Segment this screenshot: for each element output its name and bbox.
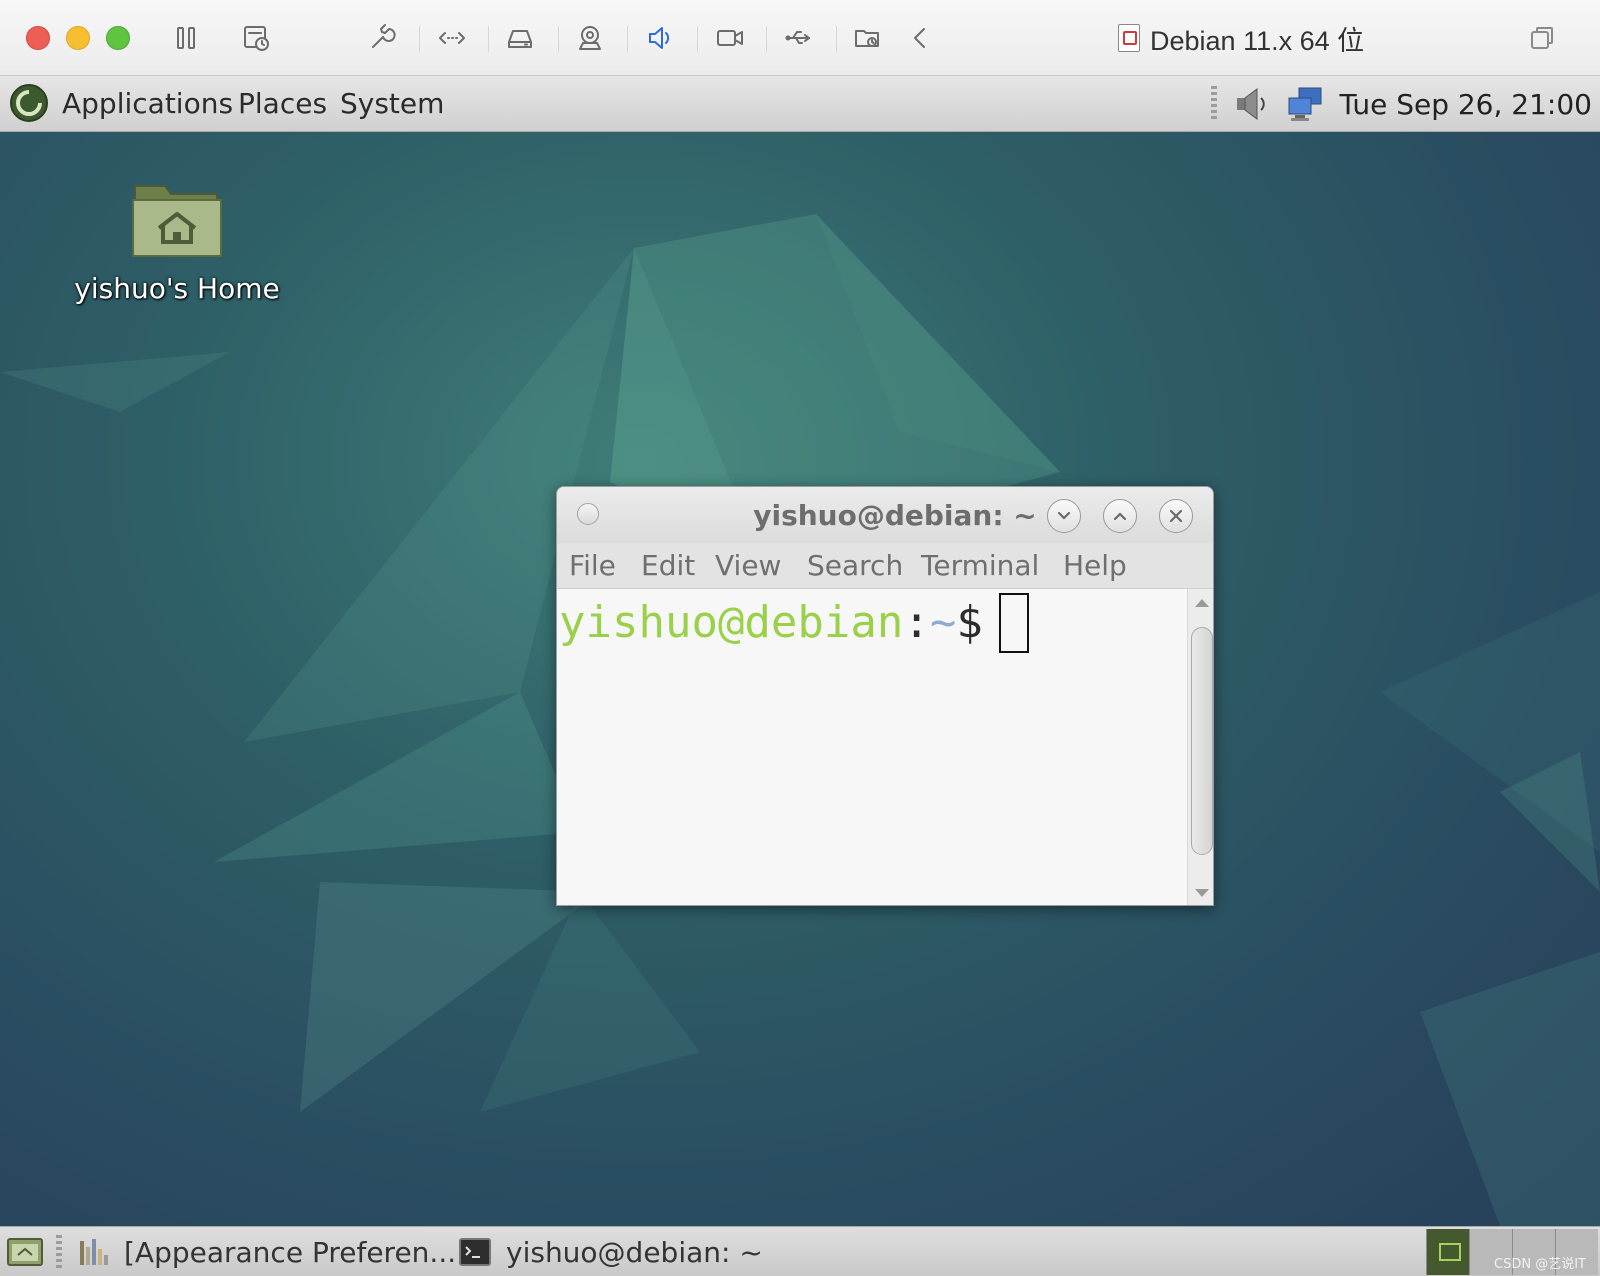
prompt-dollar: $ bbox=[956, 597, 983, 648]
watermark: CSDN @艺说IT bbox=[1494, 1257, 1586, 1272]
task-label: yishuo@debian: ~ bbox=[506, 1235, 763, 1269]
restore-window-icon[interactable] bbox=[1528, 24, 1556, 52]
menu-places[interactable]: Places bbox=[238, 84, 327, 124]
menu-edit[interactable]: Edit bbox=[641, 549, 695, 582]
terminal-icon bbox=[459, 1238, 491, 1266]
desktop-icon-label: yishuo's Home bbox=[74, 272, 280, 305]
menu-search[interactable]: Search bbox=[807, 549, 903, 582]
show-desktop-icon[interactable] bbox=[6, 1235, 44, 1269]
collapse-icon[interactable] bbox=[900, 19, 940, 57]
scroll-thumb[interactable] bbox=[1191, 627, 1213, 855]
menu-view[interactable]: View bbox=[715, 549, 781, 582]
hard-disk-icon[interactable] bbox=[500, 19, 540, 57]
task-terminal[interactable]: yishuo@debian: ~ bbox=[458, 1231, 763, 1273]
prompt-colon: : bbox=[903, 597, 930, 648]
menu-help[interactable]: Help bbox=[1063, 549, 1127, 582]
menu-file[interactable]: File bbox=[569, 549, 616, 582]
terminal-window[interactable]: yishuo@debian: ~ File Edit View Search T… bbox=[556, 486, 1214, 906]
terminal-titlebar[interactable]: yishuo@debian: ~ bbox=[557, 487, 1213, 543]
speaker-icon[interactable] bbox=[640, 19, 680, 57]
text-cursor bbox=[999, 593, 1029, 653]
vm-title: Debian 11.x 64 位 bbox=[1118, 20, 1364, 56]
prompt-user: yishuo@debian bbox=[559, 597, 904, 648]
home-folder-icon bbox=[132, 185, 222, 257]
settings-icon[interactable] bbox=[362, 19, 402, 57]
document-icon bbox=[1118, 24, 1140, 52]
snapshot-icon[interactable] bbox=[236, 19, 276, 57]
bottom-panel: [Appearance Preferen... yishuo@debian: ~… bbox=[0, 1226, 1600, 1276]
zoom-window-button[interactable] bbox=[106, 26, 130, 50]
clock[interactable]: Tue Sep 26, 21:00 bbox=[1339, 88, 1592, 121]
pause-icon[interactable] bbox=[166, 19, 206, 57]
vm-title-text: Debian 11.x 64 位 bbox=[1150, 25, 1365, 56]
system-tray: Tue Sep 26, 21:00 bbox=[1211, 76, 1592, 132]
terminal-menubar: File Edit View Search Terminal Help bbox=[557, 543, 1213, 589]
menu-applications[interactable]: Applications bbox=[62, 84, 233, 124]
top-panel: Applications Places System Tue Sep 26, 2… bbox=[0, 76, 1600, 132]
shared-folder-icon[interactable] bbox=[848, 19, 888, 57]
task-label: [Appearance Preferen... bbox=[124, 1235, 457, 1269]
terminal-scrollbar[interactable] bbox=[1187, 589, 1213, 905]
camera-icon[interactable] bbox=[570, 19, 610, 57]
debian-logo-icon[interactable] bbox=[8, 82, 50, 124]
usb-icon[interactable] bbox=[778, 19, 818, 57]
network-icon[interactable] bbox=[1285, 84, 1325, 124]
scroll-down-arrow-icon[interactable] bbox=[1195, 889, 1209, 897]
volume-icon[interactable] bbox=[1231, 84, 1271, 124]
prompt-path: ~ bbox=[929, 597, 957, 648]
task-appearance-preferences[interactable]: [Appearance Preferen... bbox=[76, 1231, 456, 1273]
scroll-up-arrow-icon[interactable] bbox=[1195, 599, 1209, 607]
minimize-window-button[interactable] bbox=[66, 26, 90, 50]
workspace-1[interactable] bbox=[1426, 1229, 1469, 1275]
close-window-button[interactable] bbox=[26, 26, 50, 50]
desktop-icon-home[interactable]: yishuo's Home bbox=[72, 176, 282, 316]
menu-system[interactable]: System bbox=[340, 84, 444, 124]
tray-handle[interactable] bbox=[1211, 86, 1218, 122]
video-camera-icon[interactable] bbox=[710, 19, 750, 57]
shell-prompt: yishuo@debian:~$ bbox=[559, 595, 983, 651]
menu-terminal[interactable]: Terminal bbox=[921, 549, 1039, 582]
network-arrows-icon[interactable] bbox=[432, 19, 472, 57]
minimize-button[interactable] bbox=[1047, 499, 1081, 533]
taskbar-handle[interactable] bbox=[56, 1235, 62, 1269]
maximize-button[interactable] bbox=[1103, 499, 1137, 533]
vm-toolbar: Debian 11.x 64 位 bbox=[0, 0, 1600, 76]
terminal-content[interactable]: yishuo@debian:~$ bbox=[557, 589, 1187, 905]
close-button[interactable] bbox=[1159, 499, 1193, 533]
appearance-icon bbox=[80, 1239, 108, 1265]
